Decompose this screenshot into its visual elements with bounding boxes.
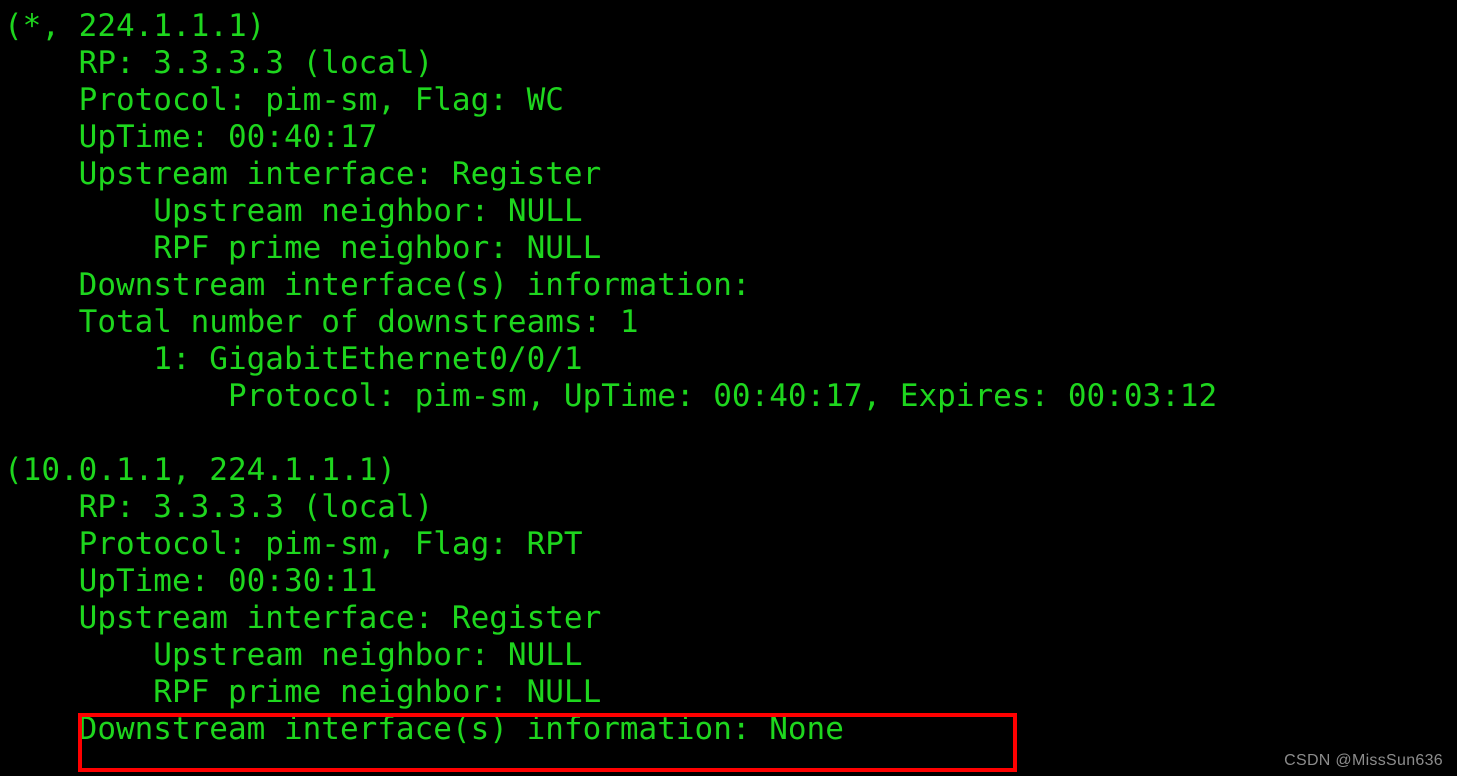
console-line: Protocol: pim-sm, Flag: WC xyxy=(4,82,564,118)
console-line: (10.0.1.1, 224.1.1.1) xyxy=(4,452,396,488)
console-line: Total number of downstreams: 1 xyxy=(4,304,639,340)
console-line: RPF prime neighbor: NULL xyxy=(4,230,602,266)
csdn-watermark: CSDN @MissSun636 xyxy=(1284,752,1443,769)
console-line: Downstream interface(s) information: xyxy=(4,267,751,303)
console-line: Upstream neighbor: NULL xyxy=(4,193,583,229)
console-line: RPF prime neighbor: NULL xyxy=(4,674,602,710)
console-line: UpTime: 00:30:11 xyxy=(4,563,378,599)
console-output: (*, 224.1.1.1) RP: 3.3.3.3 (local) Proto… xyxy=(4,8,1217,748)
console-line: RP: 3.3.3.3 (local) xyxy=(4,45,434,81)
console-line: Upstream interface: Register xyxy=(4,600,602,636)
console-line: Upstream neighbor: NULL xyxy=(4,637,583,673)
console-line: 1: GigabitEthernet0/0/1 xyxy=(4,341,583,377)
console-line: (*, 224.1.1.1) xyxy=(4,8,266,44)
console-line: Downstream interface(s) information: Non… xyxy=(4,711,844,747)
console-line: UpTime: 00:40:17 xyxy=(4,119,378,155)
console-line: Protocol: pim-sm, Flag: RPT xyxy=(4,526,583,562)
console-line: Upstream interface: Register xyxy=(4,156,602,192)
terminal-window[interactable]: (*, 224.1.1.1) RP: 3.3.3.3 (local) Proto… xyxy=(0,0,1457,776)
console-line: RP: 3.3.3.3 (local) xyxy=(4,489,434,525)
console-line: Protocol: pim-sm, UpTime: 00:40:17, Expi… xyxy=(4,378,1218,414)
